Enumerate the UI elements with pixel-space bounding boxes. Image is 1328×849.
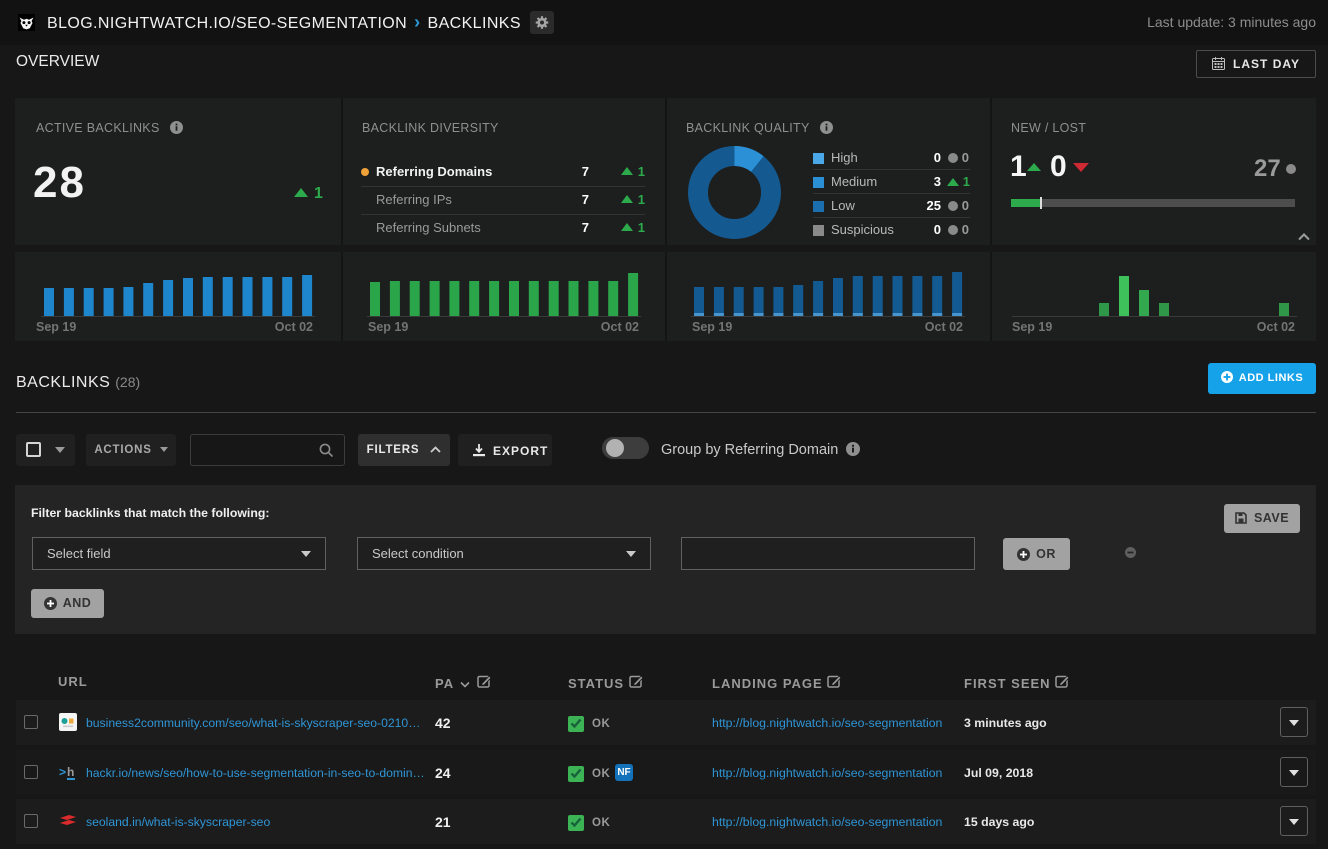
svg-text:h: h	[67, 765, 74, 779]
svg-text:>: >	[59, 765, 66, 779]
